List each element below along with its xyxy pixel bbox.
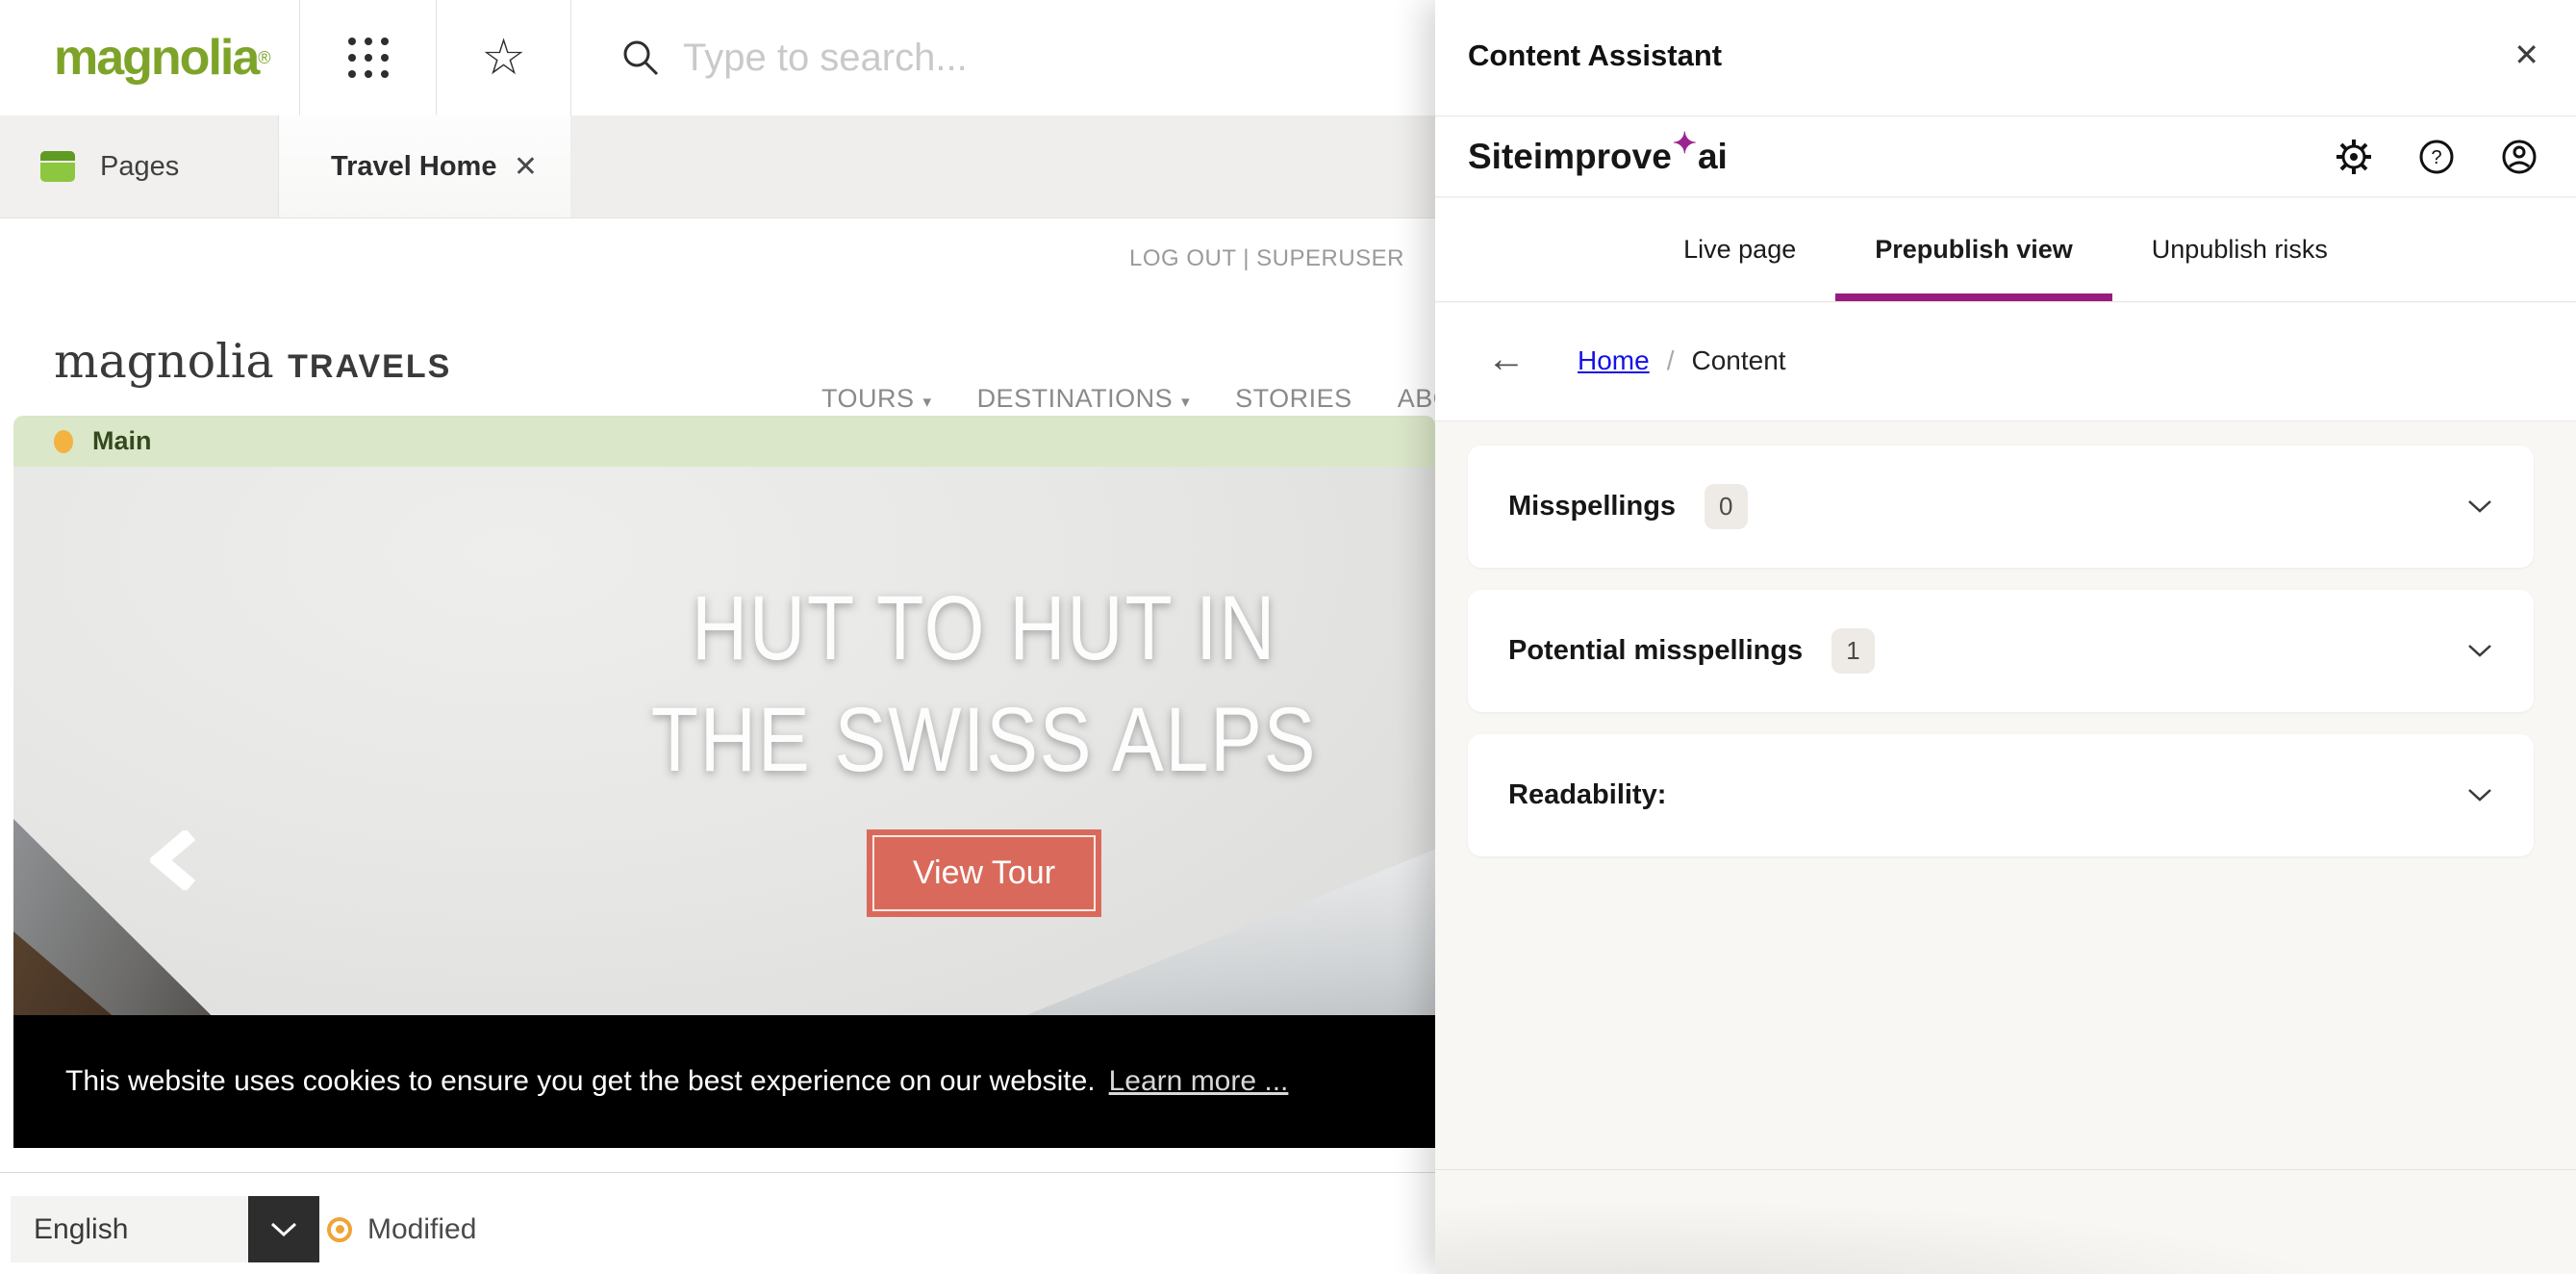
panel-body: Misspellings 0 Potential misspellings 1 … xyxy=(1435,421,2576,1169)
nav-item-destinations[interactable]: DESTINATIONS▾ xyxy=(977,384,1191,414)
breadcrumb-home-link[interactable]: Home xyxy=(1578,345,1650,376)
component-area-main[interactable]: Main xyxy=(13,416,1435,467)
siteimprove-logo: Siteimprove✦ai xyxy=(1468,137,1728,177)
app-tab-bar: Pages Travel Home ✕ xyxy=(0,115,1435,218)
breadcrumb-row: ← Home / Content xyxy=(1435,303,2576,421)
panel-header: Content Assistant ✕ xyxy=(1435,0,2576,116)
star-icon: ☆ xyxy=(481,33,526,83)
site-logo[interactable]: magnolia TRAVELS xyxy=(54,334,451,389)
pages-app-icon xyxy=(40,151,75,182)
cookie-learn-more-link[interactable]: Learn more ... xyxy=(1109,1065,1289,1098)
hero-title-line2: THE SWISS ALPS xyxy=(651,684,1317,796)
hero-title-line1: HUT TO HUT IN xyxy=(651,573,1317,684)
hero-carousel: HUT TO HUT IN THE SWISS ALPS View Tour xyxy=(13,467,1435,1044)
sparkle-icon: ✦ xyxy=(1673,128,1697,160)
section-title: Misspellings xyxy=(1508,491,1676,522)
siteimprove-logo-name: Siteimprove xyxy=(1468,137,1672,176)
page-status: Modified xyxy=(327,1196,476,1262)
cookie-banner: This website uses cookies to ensure you … xyxy=(13,1015,1435,1148)
carousel-prev-icon[interactable] xyxy=(150,830,198,890)
language-select-value: English xyxy=(34,1213,128,1246)
chevron-down-icon: ▾ xyxy=(923,393,932,411)
content-assistant-panel: Content Assistant ✕ Siteimprove✦ai xyxy=(1435,0,2576,1274)
section-misspellings[interactable]: Misspellings 0 xyxy=(1468,446,2534,568)
site-topbar: LOG OUT | SUPERUSER xyxy=(0,218,1435,295)
panel-toolbar: ? xyxy=(2336,139,2538,175)
search-icon xyxy=(621,38,660,77)
tab-travel-home-label: Travel Home xyxy=(331,151,496,183)
magnolia-logo-text: magnolia xyxy=(54,29,258,87)
account-icon[interactable] xyxy=(2501,139,2538,175)
section-title: Potential misspellings xyxy=(1508,635,1803,667)
siteimprove-brand-row: Siteimprove✦ai ? xyxy=(1435,117,2576,197)
gear-icon[interactable] xyxy=(2336,139,2372,175)
tab-live-page[interactable]: Live page xyxy=(1644,198,1835,301)
chevron-down-icon xyxy=(2466,498,2493,515)
tab-prepublish-view[interactable]: Prepublish view xyxy=(1835,198,2112,301)
view-tour-label: View Tour xyxy=(872,835,1096,911)
breadcrumb-current: Content xyxy=(1691,345,1785,376)
chevron-down-icon: ▾ xyxy=(1181,393,1190,411)
panel-title: Content Assistant xyxy=(1468,38,1722,73)
nav-item-tours[interactable]: TOURS▾ xyxy=(821,384,932,414)
chevron-down-icon xyxy=(2466,787,2493,803)
screen: magnolia ® ☆ Pages Travel Home ✕ xyxy=(0,0,2576,1274)
modified-status-icon xyxy=(327,1217,352,1242)
grid-icon xyxy=(348,38,389,78)
search-input[interactable] xyxy=(683,37,1356,80)
status-dot-icon xyxy=(54,430,73,453)
svg-text:?: ? xyxy=(2431,147,2441,168)
breadcrumb-separator: / xyxy=(1667,345,1675,376)
chevron-down-icon xyxy=(2466,643,2493,659)
language-select[interactable]: English xyxy=(11,1196,248,1262)
app-launcher-button[interactable] xyxy=(300,0,437,115)
registered-mark: ® xyxy=(258,48,270,68)
tab-pages-label: Pages xyxy=(100,151,179,183)
count-badge: 1 xyxy=(1831,628,1874,674)
section-readability[interactable]: Readability: xyxy=(1468,734,2534,856)
close-icon[interactable]: ✕ xyxy=(2513,37,2539,73)
app-header: magnolia ® ☆ xyxy=(0,0,1435,115)
site-logo-serif: magnolia xyxy=(54,334,274,389)
tab-pages[interactable]: Pages xyxy=(0,115,279,217)
tab-close-icon[interactable]: ✕ xyxy=(514,150,538,184)
siteimprove-logo-suffix: ai xyxy=(1698,137,1728,176)
logout-link[interactable]: LOG OUT | SUPERUSER xyxy=(1129,245,1404,272)
view-tour-button[interactable]: View Tour xyxy=(867,829,1101,917)
hero-title: HUT TO HUT IN THE SWISS ALPS xyxy=(651,573,1317,796)
help-icon[interactable]: ? xyxy=(2418,139,2455,175)
panel-footer xyxy=(1435,1169,2576,1274)
count-badge: 0 xyxy=(1705,484,1747,529)
page-preview: LOG OUT | SUPERUSER magnolia TRAVELS TOU… xyxy=(0,218,1435,1172)
cookie-message: This website uses cookies to ensure you … xyxy=(65,1065,1096,1098)
panel-tabs: Live page Prepublish view Unpublish risk… xyxy=(1435,198,2576,302)
component-area-label: Main xyxy=(92,426,152,456)
favorites-button[interactable]: ☆ xyxy=(437,0,571,115)
site-logo-caps: TRAVELS xyxy=(288,348,451,385)
tab-travel-home[interactable]: Travel Home ✕ xyxy=(279,115,570,217)
nav-item-stories[interactable]: STORIES xyxy=(1235,384,1352,414)
language-select-chevron-button[interactable] xyxy=(248,1196,319,1262)
section-potential-misspellings[interactable]: Potential misspellings 1 xyxy=(1468,590,2534,712)
status-label: Modified xyxy=(367,1213,476,1246)
site-nav: TOURS▾ DESTINATIONS▾ STORIES ABOUT CONTA… xyxy=(821,384,1435,414)
nav-item-about[interactable]: ABOUT xyxy=(1398,384,1435,414)
global-search xyxy=(571,0,1435,115)
magnolia-logo: magnolia ® xyxy=(0,0,300,115)
tab-unpublish-risks[interactable]: Unpublish risks xyxy=(2112,198,2367,301)
back-arrow-icon[interactable]: ← xyxy=(1487,340,1526,378)
chevron-down-icon xyxy=(269,1221,298,1238)
section-title: Readability: xyxy=(1508,779,1666,811)
breadcrumb: Home / Content xyxy=(1578,345,1786,376)
app-footer-bar: English Modified xyxy=(0,1172,1435,1274)
